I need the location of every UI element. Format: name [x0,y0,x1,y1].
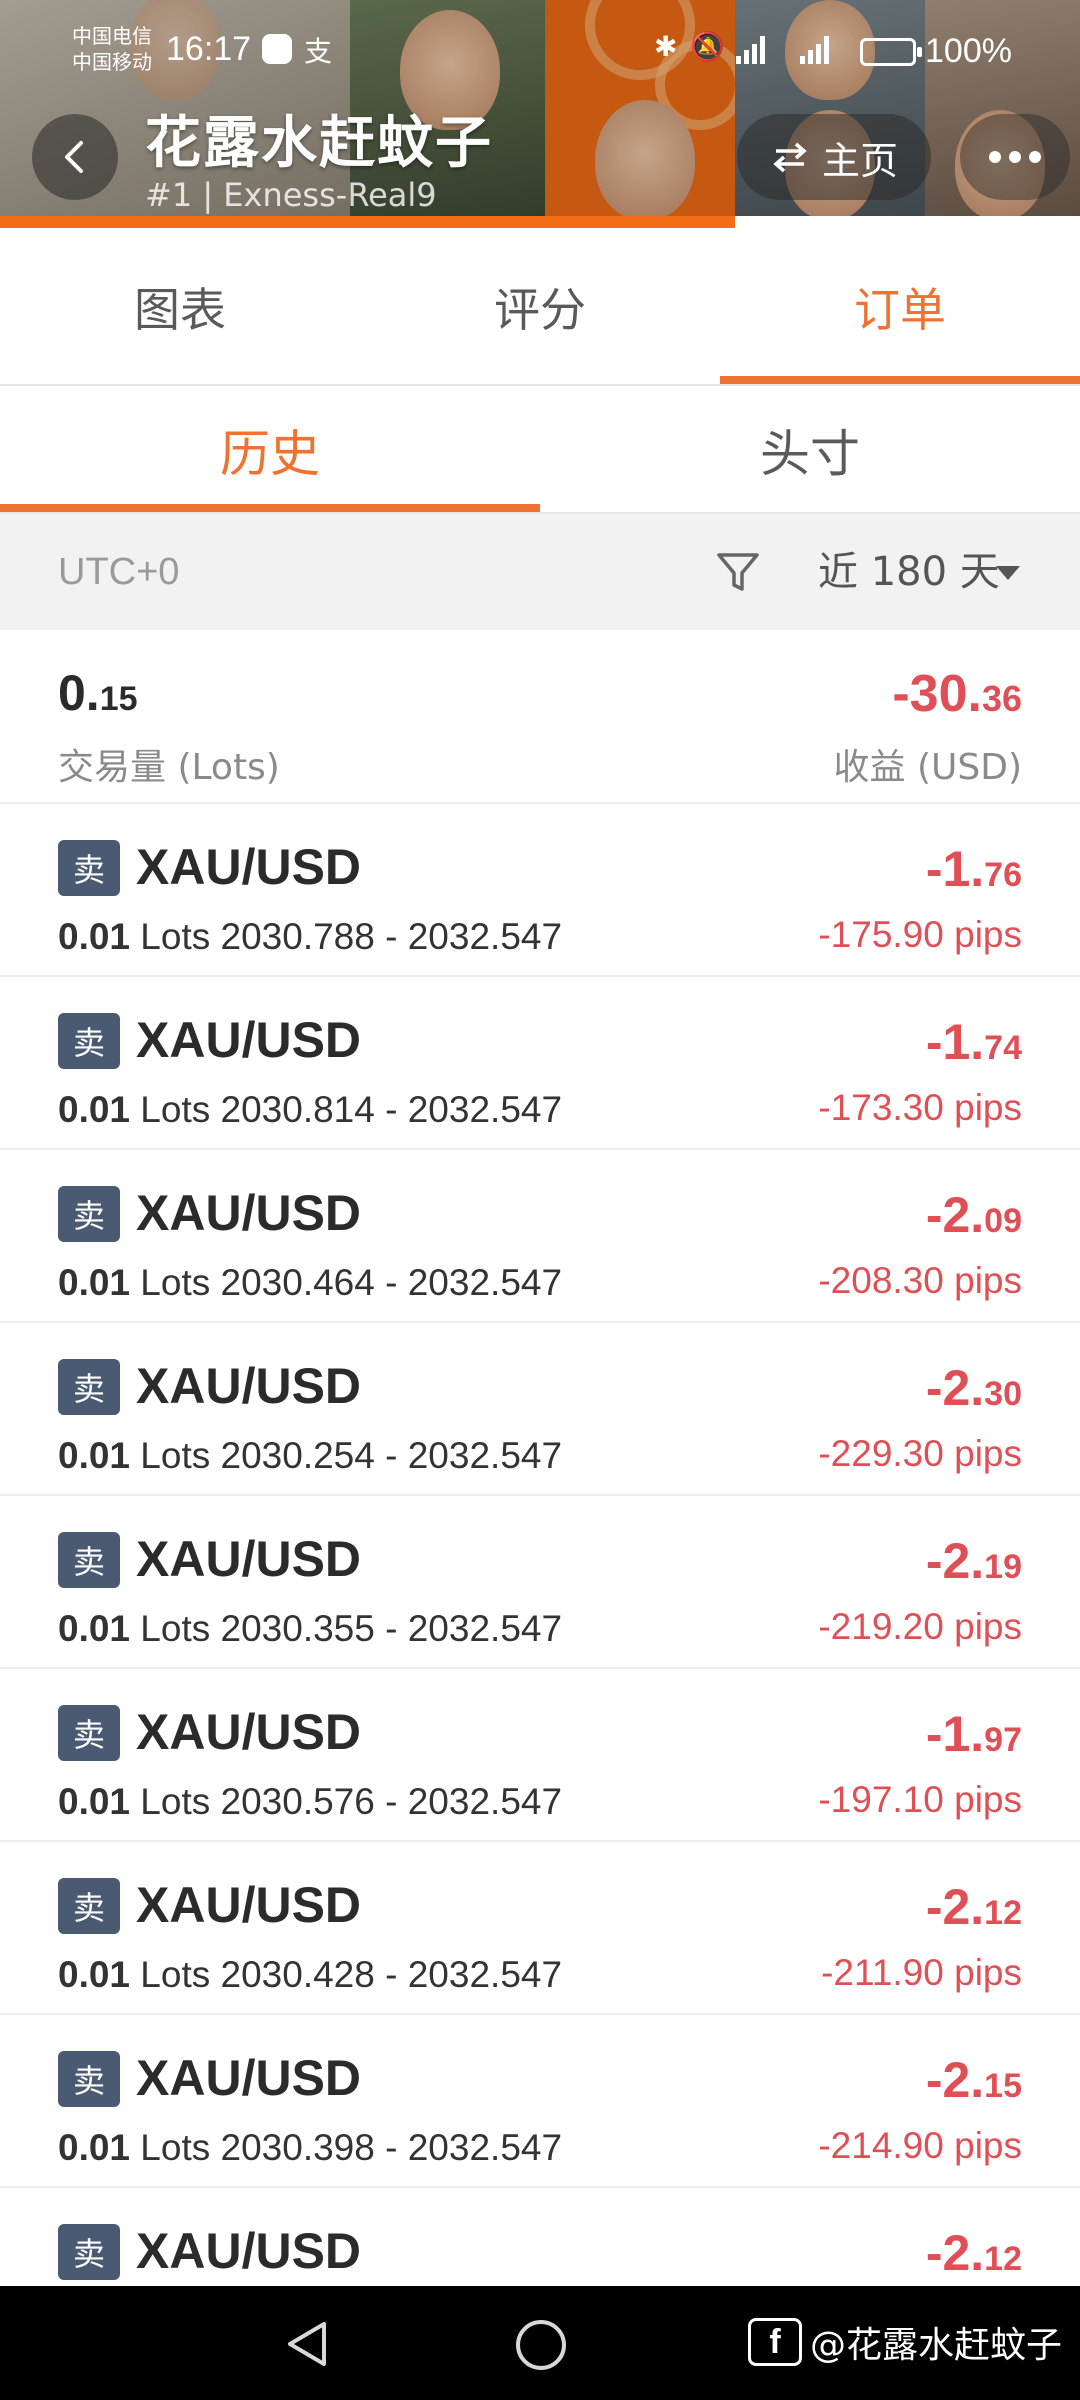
order-symbol: XAU/USD [136,1704,362,1760]
home-button-label: 主页 [821,138,898,183]
order-symbol: XAU/USD [136,1185,362,1241]
order-pips: -214.90 pips [818,2125,1022,2166]
nav-back-icon[interactable] [284,2320,330,2368]
order-profit: -2.15 [925,2052,1022,2108]
battery-icon [860,38,922,66]
order-pips: -208.30 pips [818,1260,1022,1301]
order-pips: -219.20 pips [818,1606,1022,1647]
order-subtabs: 历史 头寸 [0,386,1080,514]
facebook-icon: f [748,2318,802,2366]
order-row[interactable]: 卖 XAU/USD 0.01 Lots 2030.398 - 2032.547 … [0,2015,1080,2188]
order-pips: -175.90 pips [818,914,1022,955]
order-profit: -2.12 [925,2225,1022,2281]
active-subtab-indicator [0,504,540,512]
order-row[interactable]: 卖 XAU/USD 0.01 Lots 2030.254 - 2032.547 … [0,1323,1080,1496]
order-symbol: XAU/USD [136,2223,362,2279]
bluetooth-icon: ✱ [654,31,678,62]
account-label: #1 | Exness-Real9 [145,176,437,214]
sell-badge: 卖 [58,1013,120,1069]
profile-header: 中国电信 中国移动 16:17 支 ✱ 🔕 100% 花露水赶蚊子 #1 | E… [0,0,1080,228]
filter-bar: UTC+0 近 180 天 [0,514,1080,630]
order-profit: -2.30 [925,1360,1022,1416]
order-row[interactable]: 卖 XAU/USD 0.01 Lots 2030.576 - 2032.547 … [0,1669,1080,1842]
order-detail: 0.01 Lots 2030.355 - 2032.547 [58,1608,563,1649]
sell-badge: 卖 [58,2051,120,2107]
order-symbol: XAU/USD [136,1877,362,1933]
order-symbol: XAU/USD [136,2050,362,2106]
home-button[interactable]: 主页 [737,114,931,200]
tab-chart[interactable]: 图表 [0,228,360,386]
mute-icon: 🔕 [690,31,725,62]
order-detail: 0.01 Lots 2030.254 - 2032.547 [58,1435,563,1476]
total-profit: -30.36 [892,665,1022,723]
sell-badge: 卖 [58,1532,120,1588]
order-row[interactable]: 卖 XAU/USD 0.01 Lots 2030.788 - 2032.547 … [0,804,1080,977]
sell-badge: 卖 [58,1359,120,1415]
sell-badge: 卖 [58,2224,120,2280]
app-notification-icon [262,34,292,64]
sell-badge: 卖 [58,1186,120,1242]
timezone-label: UTC+0 [58,551,180,593]
more-icon [989,151,1001,163]
status-bar: 中国电信 中国移动 16:17 支 ✱ 🔕 100% [0,22,1080,82]
nav-home-icon[interactable] [516,2320,566,2370]
tab-rating[interactable]: 评分 [360,228,720,386]
order-profit: -1.74 [925,1014,1022,1070]
page-title: 花露水赶蚊子 [145,111,493,176]
sell-badge: 卖 [58,1705,120,1761]
volume-label: 交易量 (Lots) [58,747,280,788]
order-symbol: XAU/USD [136,1358,362,1414]
active-tab-indicator [720,376,1080,384]
caret-down-icon[interactable] [996,566,1020,580]
order-detail: 0.01 Lots 2030.576 - 2032.547 [58,1781,563,1822]
order-symbol: XAU/USD [136,1012,362,1068]
sell-badge: 卖 [58,840,120,896]
order-profit: -1.97 [925,1706,1022,1762]
order-pips: -211.90 pips [821,1952,1022,1993]
profit-label: 收益 (USD) [833,747,1022,788]
chevron-left-icon [65,141,83,173]
swap-icon [773,142,807,173]
main-tabs: 图表 评分 订单 [0,228,1080,386]
order-pips: -173.30 pips [818,1087,1022,1128]
signal-icon [736,34,765,64]
order-row[interactable]: 卖 XAU/USD 0.01 Lots 2030.355 - 2032.547 … [0,1496,1080,1669]
signal-icon [800,34,829,64]
date-range-select[interactable]: 近 180 天 [818,514,1000,630]
more-options-button[interactable] [960,114,1070,200]
order-detail: 0.01 Lots 2030.398 - 2032.547 [58,2127,563,2168]
tab-history[interactable]: 历史 [0,386,540,514]
history-summary: 0.15 交易量 (Lots) -30.36 收益 (USD) [0,630,1080,804]
battery-level: 100% [925,32,1012,70]
clock: 16:17 [166,30,252,68]
order-list: 卖 XAU/USD 0.01 Lots 2030.788 - 2032.547 … [0,804,1080,2361]
filter-icon[interactable] [714,548,762,596]
order-pips: -229.30 pips [818,1433,1022,1474]
system-nav-bar: f @花露水赶蚊子 [0,2286,1080,2400]
order-symbol: XAU/USD [136,839,362,895]
back-button[interactable] [32,114,118,200]
carrier-labels: 中国电信 中国移动 [72,26,152,74]
order-profit: -2.19 [925,1533,1022,1589]
order-detail: 0.01 Lots 2030.788 - 2032.547 [58,916,563,957]
order-pips: -197.10 pips [818,1779,1022,1820]
order-profit: -2.09 [925,1187,1022,1243]
total-volume: 0.15 [58,665,138,721]
order-detail: 0.01 Lots 2030.814 - 2032.547 [58,1089,563,1130]
order-profit: -1.76 [925,841,1022,897]
tab-positions[interactable]: 头寸 [540,386,1080,514]
watermark: f @花露水赶蚊子 [748,2312,1062,2372]
order-row[interactable]: 卖 XAU/USD 0.01 Lots 2030.464 - 2032.547 … [0,1150,1080,1323]
order-detail: 0.01 Lots 2030.428 - 2032.547 [58,1954,563,1995]
alipay-icon: 支 [304,36,333,67]
order-row[interactable]: 卖 XAU/USD 0.01 Lots 2030.428 - 2032.547 … [0,1842,1080,2015]
order-symbol: XAU/USD [136,1531,362,1587]
order-profit: -2.12 [925,1879,1022,1935]
order-row[interactable]: 卖 XAU/USD 0.01 Lots 2030.814 - 2032.547 … [0,977,1080,1150]
tab-orders[interactable]: 订单 [720,228,1080,386]
order-detail: 0.01 Lots 2030.464 - 2032.547 [58,1262,563,1303]
sell-badge: 卖 [58,1878,120,1934]
